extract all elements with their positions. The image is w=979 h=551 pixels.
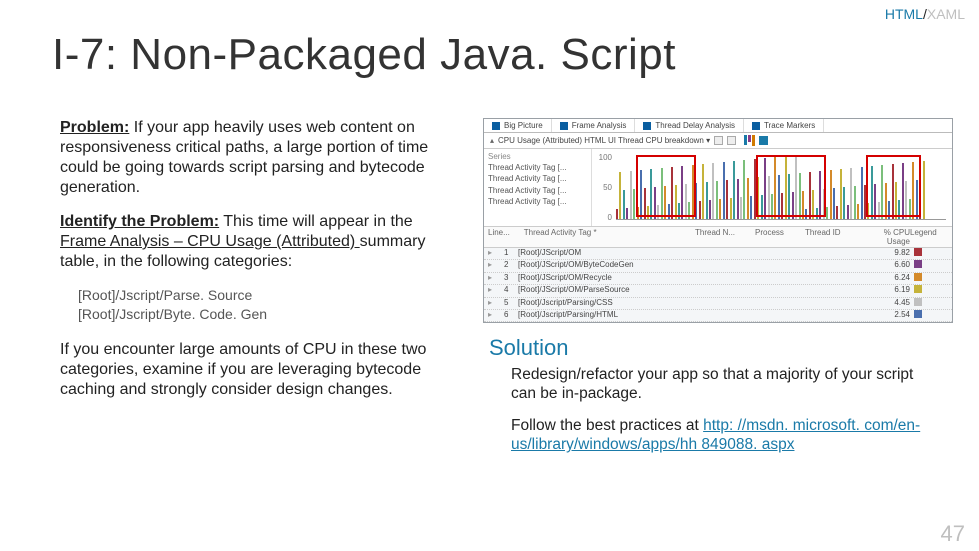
tab-label: Frame Analysis bbox=[572, 121, 627, 130]
badge-xaml: XAML bbox=[927, 6, 965, 22]
y-axis: 100 50 0 bbox=[592, 149, 614, 226]
tab-label: Big Picture bbox=[504, 121, 543, 130]
tab-icon bbox=[643, 122, 651, 130]
th: Legend bbox=[910, 228, 948, 246]
profiler-tab: Frame Analysis bbox=[552, 119, 636, 132]
tab-icon bbox=[752, 122, 760, 130]
pane-header: ▴ CPU Usage (Attributed) HTML UI Thread … bbox=[484, 133, 952, 149]
category-list: [Root]/Jscript/Parse. Source [Root]/Jscr… bbox=[78, 286, 455, 324]
th: Thread ID bbox=[805, 228, 860, 246]
solution-p2-pre: Follow the best practices at bbox=[511, 417, 703, 434]
tab-label: Thread Delay Analysis bbox=[655, 121, 735, 130]
tab-icon bbox=[492, 122, 500, 130]
collapse-icon: ▴ bbox=[490, 136, 494, 145]
solution-p2: Follow the best practices at http: //msd… bbox=[511, 416, 921, 455]
table-header: Line... Thread Activity Tag * Thread N..… bbox=[484, 227, 952, 248]
toolbar-button bbox=[759, 136, 768, 145]
identify-label: Identify the Problem: bbox=[60, 213, 219, 230]
pane-title: CPU Usage (Attributed) HTML UI Thread CP… bbox=[498, 136, 710, 145]
summary-table: Line... Thread Activity Tag * Thread N..… bbox=[484, 227, 952, 322]
page-number: 47 bbox=[941, 521, 965, 547]
category-item: [Root]/Jscript/Byte. Code. Gen bbox=[78, 305, 455, 324]
series-name: Thread Activity Tag [... bbox=[488, 173, 587, 184]
th: Thread Activity Tag * bbox=[524, 228, 695, 246]
tab-icon bbox=[560, 122, 568, 130]
series-name: Thread Activity Tag [... bbox=[488, 162, 587, 173]
table-row: ▸1[Root]/JScript/OM9.82 bbox=[484, 248, 952, 260]
y-tick: 0 bbox=[594, 213, 612, 222]
solution-p1: Redesign/refactor your app so that a maj… bbox=[511, 365, 921, 404]
chart-area: Series Thread Activity Tag [... Thread A… bbox=[484, 149, 952, 227]
bars-plot bbox=[616, 153, 946, 220]
table-body: ▸1[Root]/JScript/OM9.82▸2[Root]/JScript/… bbox=[484, 248, 952, 322]
category-item: [Root]/Jscript/Parse. Source bbox=[78, 286, 455, 305]
table-row: ▸6[Root]/Jscript/Parsing/HTML2.54 bbox=[484, 310, 952, 322]
th bbox=[510, 228, 524, 246]
platform-badge: HTML/XAML bbox=[885, 6, 965, 22]
th: Process bbox=[755, 228, 805, 246]
table-row: ▸2[Root]/JScript/OM/ByteCodeGen6.60 bbox=[484, 260, 952, 272]
table-row: ▸3[Root]/JScript/OM/Recycle6.24 bbox=[484, 273, 952, 285]
series-names: Series Thread Activity Tag [... Thread A… bbox=[484, 149, 592, 226]
toolbar-button bbox=[727, 136, 736, 145]
axis-label: Series bbox=[488, 151, 587, 162]
encounter-para: If you encounter large amounts of CPU in… bbox=[60, 340, 455, 400]
identify-link: Frame Analysis – CPU Usage (Attributed) bbox=[60, 233, 360, 250]
th: Line... bbox=[488, 228, 510, 246]
profiler-screenshot: Big Picture Frame Analysis Thread Delay … bbox=[483, 118, 953, 323]
th: % CPU Usage bbox=[860, 228, 910, 246]
profiler-tabbar: Big Picture Frame Analysis Thread Delay … bbox=[484, 119, 952, 133]
series-name: Thread Activity Tag [... bbox=[488, 185, 587, 196]
left-column: Problem: If your app heavily uses web co… bbox=[60, 118, 455, 541]
table-row: ▸5[Root]/Jscript/Parsing/CSS4.45 bbox=[484, 298, 952, 310]
badge-html: HTML bbox=[885, 6, 923, 22]
th: Thread N... bbox=[695, 228, 755, 246]
problem-label: Problem: bbox=[60, 119, 129, 136]
problem-para: Problem: If your app heavily uses web co… bbox=[60, 118, 455, 198]
y-tick: 100 bbox=[594, 153, 612, 162]
identify-para: Identify the Problem: This time will app… bbox=[60, 212, 455, 272]
y-tick: 50 bbox=[594, 183, 612, 192]
toolbar-button bbox=[714, 136, 723, 145]
solution-section: Solution Redesign/refactor your app so t… bbox=[483, 335, 965, 467]
series-name: Thread Activity Tag [... bbox=[488, 196, 587, 207]
page-title: I-7: Non-Packaged Java. Script bbox=[52, 30, 676, 80]
tab-label: Trace Markers bbox=[764, 121, 815, 130]
profiler-tab: Thread Delay Analysis bbox=[635, 119, 744, 132]
right-column: Big Picture Frame Analysis Thread Delay … bbox=[483, 118, 965, 541]
profiler-tab: Trace Markers bbox=[744, 119, 824, 132]
chart-type-icon bbox=[744, 135, 755, 146]
profiler-tab: Big Picture bbox=[484, 119, 552, 132]
solution-heading: Solution bbox=[489, 335, 965, 361]
identify-pre: This time will appear in the bbox=[219, 213, 413, 230]
table-row: ▸4[Root]/JScript/OM/ParseSource6.19 bbox=[484, 285, 952, 297]
